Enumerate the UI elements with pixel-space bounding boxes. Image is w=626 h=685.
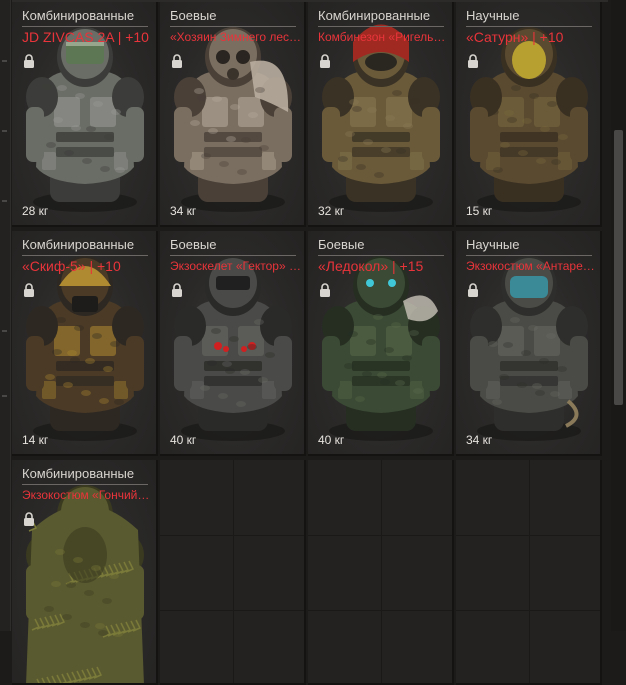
empty-slot[interactable]	[456, 460, 602, 685]
edge-marker	[2, 395, 7, 397]
item-category: Комбинированные	[318, 8, 431, 23]
item-category: Боевые	[170, 237, 217, 252]
armor-card[interactable]: Научные Экзокостюм «Антарес» ... 34 кг	[456, 231, 602, 456]
item-category: Комбинированные	[22, 237, 135, 252]
armor-card[interactable]: Боевые Экзоскелет «Гектор» | ... 40 кг	[160, 231, 306, 456]
item-weight: 34 кг	[170, 204, 197, 218]
item-weight: 14 кг	[22, 433, 49, 447]
slot-divider	[529, 460, 530, 683]
lock-icon	[467, 283, 479, 297]
item-category: Научные	[466, 237, 520, 252]
edge-marker	[2, 200, 7, 202]
lock-icon	[171, 283, 183, 297]
item-name: Экзокостюм «Антарес» ...	[466, 259, 598, 273]
category-divider	[318, 255, 444, 256]
item-name: Экзокостюм «Гончий» | ...	[22, 488, 154, 502]
item-weight: 32 кг	[318, 204, 345, 218]
category-divider	[466, 255, 592, 256]
item-weight: 40 кг	[170, 433, 197, 447]
item-name: JD ZIVCAS 2A | +10	[22, 29, 149, 45]
item-name: Комбинезон «Ригель» | ...	[318, 30, 450, 44]
armor-card[interactable]: Комбинированные Комбинезон «Ригель» | ...…	[308, 2, 454, 227]
category-divider	[22, 26, 148, 27]
slot-divider	[160, 610, 304, 611]
item-category: Комбинированные	[22, 466, 135, 481]
slot-divider	[308, 610, 452, 611]
slot-divider	[233, 460, 234, 683]
item-name: «Хозяин Зимнего леса» | ...	[170, 30, 302, 44]
lock-icon	[467, 54, 479, 68]
inventory-grid: Комбинированные JD ZIVCAS 2A | +10 28 кг Бо…	[12, 0, 608, 685]
lock-icon	[319, 283, 331, 297]
edge-marker	[2, 130, 7, 132]
item-weight: 34 кг	[466, 433, 493, 447]
slot-divider	[456, 610, 600, 611]
item-category: Комбинированные	[22, 8, 135, 23]
lock-icon	[23, 54, 35, 68]
edge-marker	[2, 60, 7, 62]
item-weight: 15 кг	[466, 204, 493, 218]
category-divider	[22, 255, 148, 256]
category-divider	[170, 26, 296, 27]
armor-card[interactable]: Боевые «Ледокол» | +15 40 кг	[308, 231, 454, 456]
category-divider	[22, 484, 148, 485]
item-weight: 28 кг	[22, 204, 49, 218]
item-name: «Ледокол» | +15	[318, 258, 424, 274]
armor-card[interactable]: Комбинированные JD ZIVCAS 2A | +10 28 кг	[12, 2, 158, 227]
item-category: Научные	[466, 8, 520, 23]
category-divider	[170, 255, 296, 256]
item-name: Экзоскелет «Гектор» | ...	[170, 259, 302, 273]
scrollbar[interactable]	[611, 0, 626, 631]
armor-card[interactable]: Научные «Сатурн» | +10 15 кг	[456, 2, 602, 227]
empty-slot[interactable]	[160, 460, 306, 685]
armor-card[interactable]: Комбинированные «Скиф-5» | +10 14 кг	[12, 231, 158, 456]
item-category: Боевые	[170, 8, 217, 23]
scrollbar-thumb[interactable]	[614, 130, 623, 405]
slot-divider	[160, 535, 304, 536]
category-divider	[318, 26, 444, 27]
empty-slot[interactable]	[308, 460, 454, 685]
armor-card[interactable]: Боевые «Хозяин Зимнего леса» | ... 34 кг	[160, 2, 306, 227]
left-panel-edge	[0, 0, 11, 631]
item-weight: 40 кг	[318, 433, 345, 447]
category-divider	[466, 26, 592, 27]
edge-marker	[2, 330, 7, 332]
slot-divider	[381, 460, 382, 683]
item-name: «Скиф-5» | +10	[22, 258, 121, 274]
lock-icon	[319, 54, 331, 68]
slot-divider	[308, 535, 452, 536]
item-category: Боевые	[318, 237, 365, 252]
armor-card[interactable]: Комбинированные Экзокостюм «Гончий» | ...	[12, 460, 158, 685]
lock-icon	[171, 54, 183, 68]
lock-icon	[23, 283, 35, 297]
lock-icon	[23, 512, 35, 526]
slot-divider	[456, 535, 600, 536]
item-name: «Сатурн» | +10	[466, 29, 564, 45]
